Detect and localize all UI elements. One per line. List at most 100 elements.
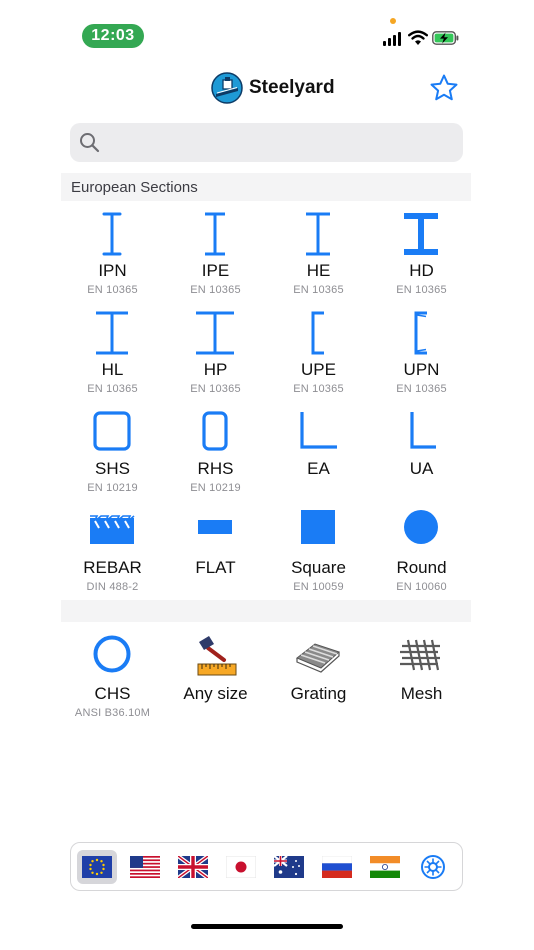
extra-label: Grating <box>290 684 347 703</box>
bearing-pile-icon <box>196 311 234 355</box>
section-divider <box>61 600 471 622</box>
wifi-icon <box>408 30 428 45</box>
status-time: 12:03 <box>82 24 144 48</box>
eu-flag-icon <box>82 856 112 878</box>
section-item-hd[interactable]: HD EN 10365 <box>370 209 473 305</box>
round-bar-icon <box>404 510 438 544</box>
extra-label: Mesh <box>400 684 443 703</box>
tab-russia[interactable] <box>317 850 357 884</box>
search-bar[interactable] <box>70 123 463 162</box>
extra-item-any-size[interactable]: Any size <box>164 632 267 728</box>
section-standard: EN 10059 <box>293 581 344 593</box>
region-tab-bar <box>70 842 463 891</box>
i-beam-narrow-icon <box>102 212 122 256</box>
home-indicator <box>191 924 343 929</box>
tab-india[interactable] <box>365 850 405 884</box>
section-label: IPN <box>98 261 127 280</box>
settings-gear-icon <box>421 855 445 879</box>
section-label: Square <box>291 558 346 577</box>
tab-europe[interactable] <box>77 850 117 884</box>
section-item-square[interactable]: Square EN 10059 <box>267 506 370 602</box>
section-standard: EN 10365 <box>87 383 138 395</box>
rebar-icon <box>90 515 135 544</box>
i-beam-icon <box>205 212 225 256</box>
section-standard: EN 10365 <box>396 383 447 395</box>
section-label: EA <box>307 459 330 478</box>
section-item-ipn[interactable]: IPN EN 10365 <box>61 209 164 305</box>
section-item-upn[interactable]: UPN EN 10365 <box>370 308 473 404</box>
search-input[interactable] <box>110 131 450 155</box>
channel-icon <box>311 311 324 355</box>
cellular-signal-icon <box>383 32 401 46</box>
section-item-rebar[interactable]: REBAR DIN 488-2 <box>61 506 164 602</box>
tab-australia[interactable] <box>269 850 309 884</box>
section-label: HE <box>306 261 331 280</box>
section-standard: EN 10365 <box>190 284 241 296</box>
section-item-upe[interactable]: UPE EN 10365 <box>267 308 370 404</box>
section-standard: DIN 488-2 <box>86 581 139 593</box>
japan-flag-icon <box>226 856 256 878</box>
section-label: Round <box>396 558 447 577</box>
square-hollow-icon <box>93 411 131 451</box>
section-standard: EN 10060 <box>396 581 447 593</box>
mesh-icon <box>400 639 440 671</box>
section-standard: EN 10365 <box>293 383 344 395</box>
circular-hollow-icon <box>93 635 131 673</box>
section-item-ea[interactable]: EA <box>267 407 370 503</box>
favorites-star-icon[interactable] <box>429 73 459 103</box>
section-label: REBAR <box>83 558 142 577</box>
rect-hollow-icon <box>202 411 228 451</box>
square-bar-icon <box>301 510 335 544</box>
section-standard: EN 10219 <box>87 482 138 494</box>
section-item-ua[interactable]: UA <box>370 407 473 503</box>
section-item-hl[interactable]: HL EN 10365 <box>61 308 164 404</box>
extra-label: CHS <box>94 684 131 703</box>
app-title: Steelyard <box>249 77 335 98</box>
section-item-rhs[interactable]: RHS EN 10219 <box>164 407 267 503</box>
section-label: HP <box>203 360 228 379</box>
section-item-flat[interactable]: FLAT <box>164 506 267 602</box>
section-standard: EN 10365 <box>293 284 344 296</box>
tab-japan[interactable] <box>221 850 261 884</box>
h-beam-icon <box>306 212 330 256</box>
equal-angle-icon <box>300 412 337 449</box>
section-item-hp[interactable]: HP EN 10365 <box>164 308 267 404</box>
section-label: UA <box>409 459 434 478</box>
steelyard-logo-icon <box>211 72 243 104</box>
section-item-shs[interactable]: SHS EN 10219 <box>61 407 164 503</box>
uk-flag-icon <box>178 856 208 878</box>
section-item-ipe[interactable]: IPE EN 10365 <box>164 209 267 305</box>
search-icon <box>80 133 100 153</box>
section-standard: EN 10219 <box>190 482 241 494</box>
unequal-angle-icon <box>410 412 436 449</box>
app-screen: 12:03 Steelyard European Sections IPN EN… <box>61 0 473 950</box>
tab-uk[interactable] <box>173 850 213 884</box>
section-label: SHS <box>95 459 130 478</box>
india-flag-icon <box>370 856 400 878</box>
section-label: UPE <box>301 360 336 379</box>
extra-item-mesh[interactable]: Mesh <box>370 632 473 728</box>
extra-item-chs[interactable]: CHS ANSI B36.10M <box>61 632 164 728</box>
section-item-round[interactable]: Round EN 10060 <box>370 506 473 602</box>
tab-usa[interactable] <box>125 850 165 884</box>
mic-indicator-dot <box>390 18 396 24</box>
section-standard: EN 10365 <box>396 284 447 296</box>
section-header: European Sections <box>61 173 471 201</box>
extra-label: Any size <box>183 684 248 703</box>
section-standard: EN 10365 <box>87 284 138 296</box>
section-label: HL <box>101 360 124 379</box>
section-standard: EN 10365 <box>190 383 241 395</box>
section-label: RHS <box>197 459 234 478</box>
section-title: European Sections <box>71 179 198 196</box>
extra-item-grating[interactable]: Grating <box>267 632 370 728</box>
tab-settings[interactable] <box>413 850 453 884</box>
section-label: HD <box>409 261 434 280</box>
section-label: UPN <box>403 360 440 379</box>
nav-header: Steelyard <box>61 70 473 110</box>
australia-flag-icon <box>274 856 304 878</box>
us-flag-icon <box>130 856 160 878</box>
extra-standard: ANSI B36.10M <box>74 707 151 719</box>
tapered-channel-icon <box>414 311 427 355</box>
section-item-he[interactable]: HE EN 10365 <box>267 209 370 305</box>
heavy-h-beam-icon <box>404 213 438 255</box>
